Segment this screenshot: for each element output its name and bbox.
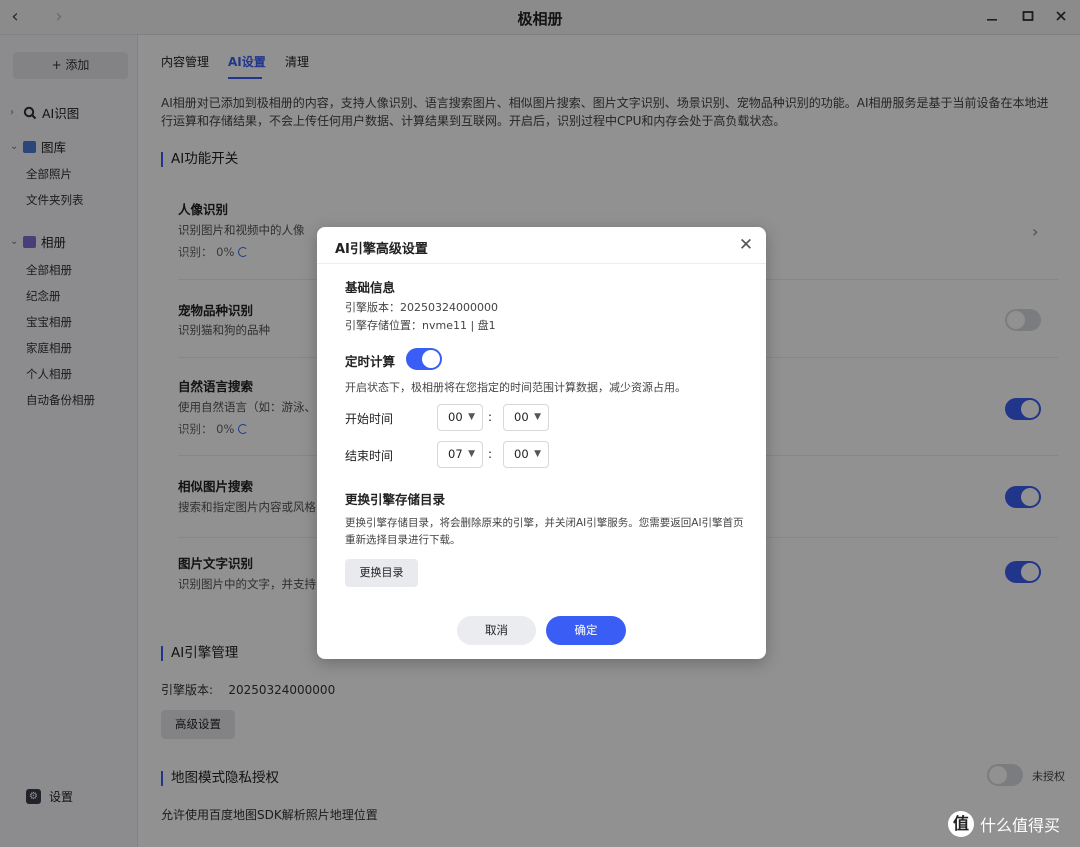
select-value: 00 — [514, 410, 529, 424]
change-dir-button[interactable]: 更换目录 — [345, 559, 418, 587]
engine-settings-dialog: AI引擎高级设置 ✕ 基础信息 引擎版本：20250324000000 引擎存储… — [317, 227, 766, 659]
watermark-badge: 值 — [948, 811, 974, 837]
change-dir-desc: 更换引擎存储目录，将会删除原来的引擎，并关闭AI引擎服务。您需要返回AI引擎首页… — [345, 517, 744, 546]
select-value: 00 — [514, 447, 529, 461]
select-value: 00 — [448, 410, 463, 424]
select-value: 07 — [448, 447, 463, 461]
toggle-knob — [422, 350, 440, 368]
start-time-label: 开始时间 — [345, 412, 394, 426]
chevron-down-icon: ▼ — [468, 449, 475, 459]
schedule-desc: 开启状态下，极相册将在您指定的时间范围计算数据，减少资源占用。 — [345, 381, 686, 394]
time-colon: : — [488, 410, 493, 424]
change-dir-title: 更换引擎存储目录 — [345, 492, 446, 507]
start-minute-select[interactable]: 00 ▼ — [503, 404, 549, 431]
engine-version-line: 引擎版本：20250324000000 — [345, 301, 498, 314]
end-minute-select[interactable]: 00 ▼ — [503, 441, 549, 468]
watermark-text: 什么值得买 — [980, 816, 1061, 835]
end-hour-select[interactable]: 07 ▼ — [437, 441, 483, 468]
divider — [317, 263, 766, 264]
ok-button[interactable]: 确定 — [546, 616, 626, 645]
start-hour-select[interactable]: 00 ▼ — [437, 404, 483, 431]
chevron-down-icon: ▼ — [534, 449, 541, 459]
storage-line: 引擎存储位置：nvme11 | 盘1 — [345, 319, 496, 332]
schedule-title: 定时计算 — [345, 354, 396, 369]
chevron-down-icon: ▼ — [534, 412, 541, 422]
schedule-toggle[interactable] — [406, 348, 442, 370]
basic-info-title: 基础信息 — [345, 280, 396, 295]
chevron-down-icon: ▼ — [468, 412, 475, 422]
time-colon: : — [488, 447, 493, 461]
watermark: 值 什么值得买 — [948, 811, 1060, 837]
dialog-title: AI引擎高级设置 — [335, 242, 428, 257]
cancel-button[interactable]: 取消 — [457, 616, 536, 645]
close-icon[interactable]: ✕ — [736, 235, 756, 255]
end-time-label: 结束时间 — [345, 449, 394, 463]
